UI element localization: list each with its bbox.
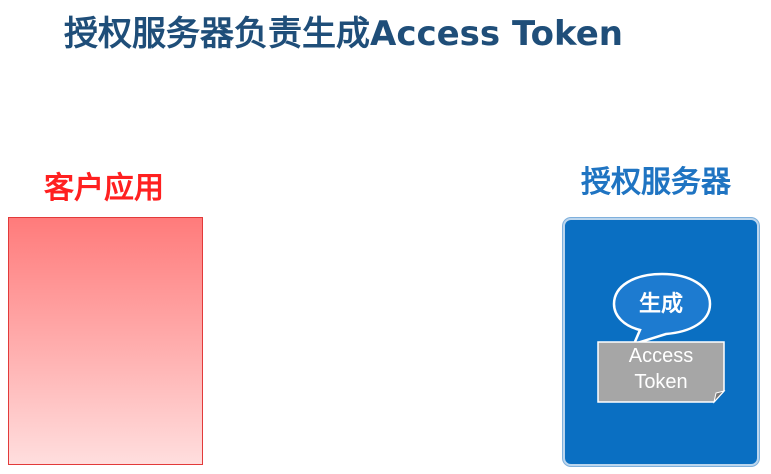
token-line-1: Access [628,345,694,367]
auth-server-label: 授权服务器 [581,165,731,200]
slide-title: 授权服务器负责生成Access Token [64,14,623,54]
access-token-label: Access Token [598,343,724,395]
client-app-label: 客户应用 [44,171,164,206]
bubble-label: 生成 [638,292,683,317]
client-app-box [8,217,203,465]
token-line-2: Token [634,371,688,393]
